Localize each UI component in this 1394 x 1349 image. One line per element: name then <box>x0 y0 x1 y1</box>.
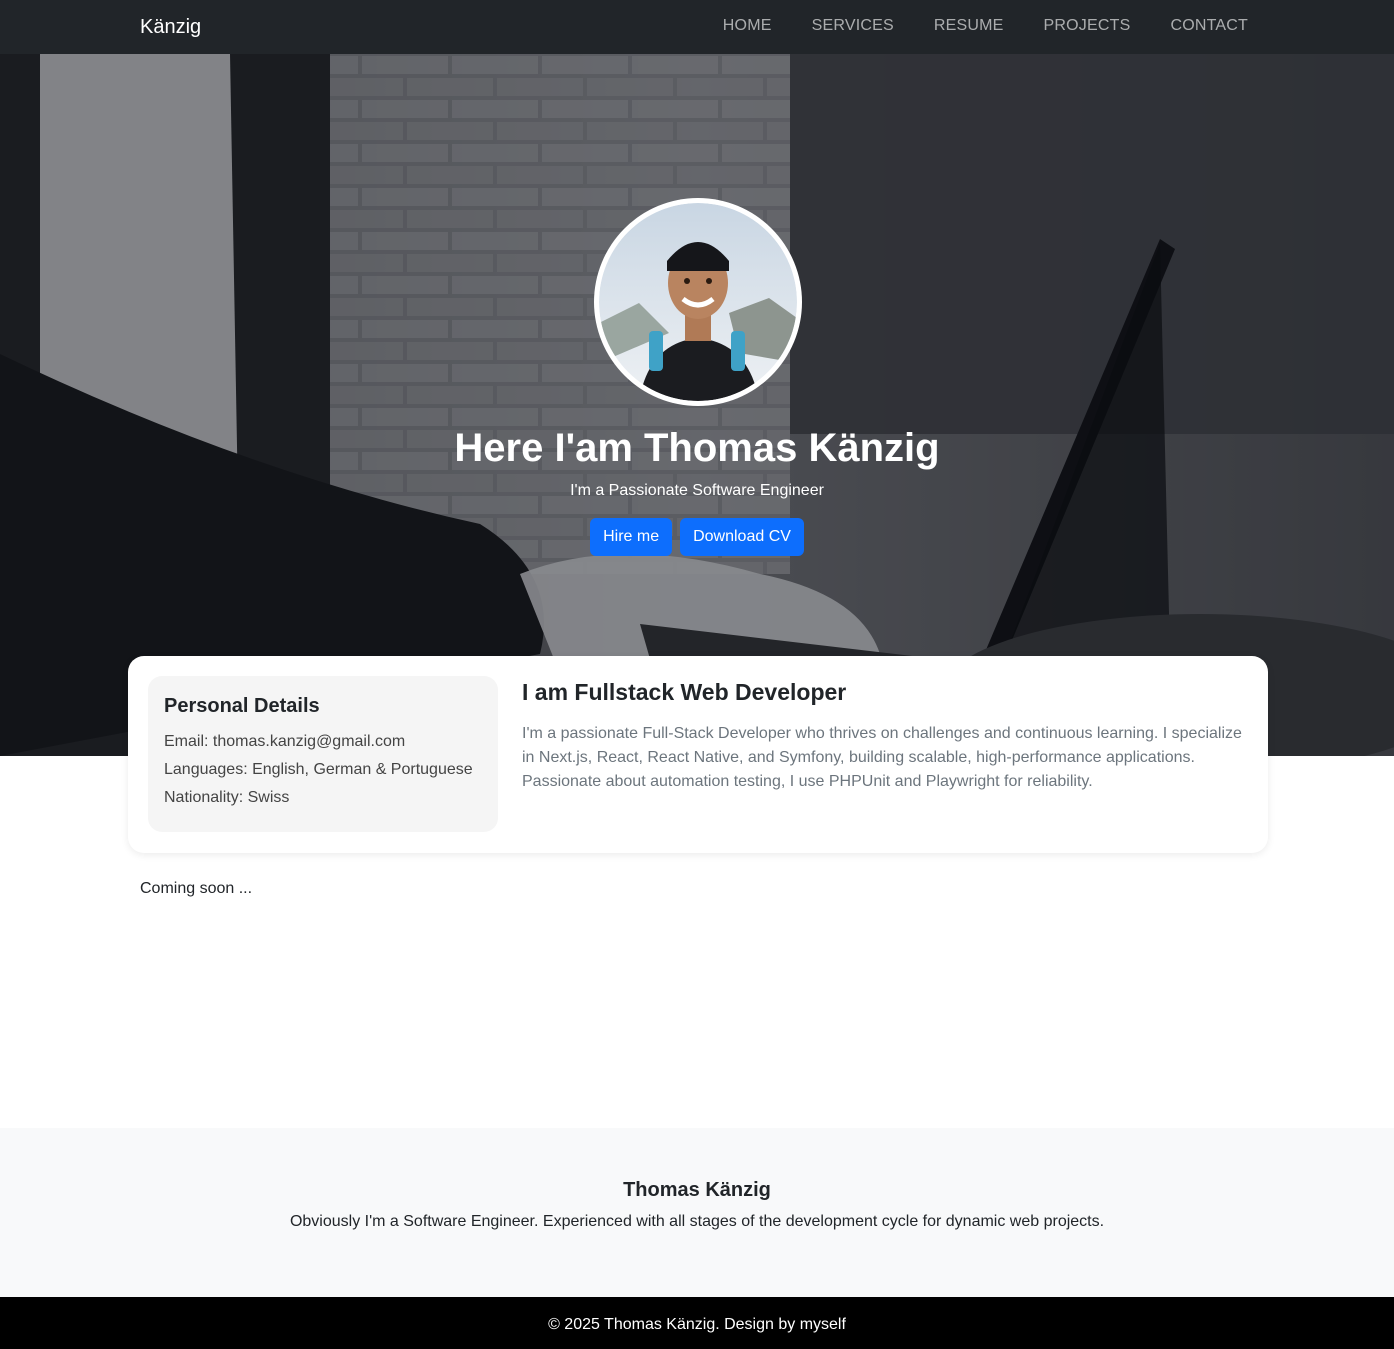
hero-subtitle: I'm a Passionate Software Engineer <box>570 482 824 499</box>
copyright-text: © 2025 Thomas Känzig. Design by myself <box>548 1316 846 1333</box>
about-card: Personal Details Email: thomas.kanzig@gm… <box>128 656 1268 853</box>
hire-me-button[interactable]: Hire me <box>590 518 673 556</box>
nav-link-contact[interactable]: CONTACT <box>1170 16 1248 36</box>
personal-details-title: Personal Details <box>164 695 320 717</box>
footer-description: Obviously I'm a Software Engineer. Exper… <box>289 1213 1105 1230</box>
nav-link-services[interactable]: SERVICES <box>812 16 894 36</box>
brand-logo[interactable]: Känzig <box>140 14 201 40</box>
hero-title: Here I'am Thomas Känzig <box>454 426 940 470</box>
footer-bottom-bar: © 2025 Thomas Känzig. Design by myself <box>0 1297 1394 1349</box>
coming-soon-text: Coming soon ... <box>140 880 253 897</box>
download-cv-button[interactable]: Download CV <box>680 518 804 556</box>
detail-email: Email: thomas.kanzig@gmail.com <box>164 733 406 750</box>
about-description: I'm a passionate Full-Stack Developer wh… <box>522 725 1242 790</box>
detail-nationality: Nationality: Swiss <box>164 789 290 806</box>
profile-avatar <box>599 203 797 401</box>
navbar: Känzig HOME SERVICES RESUME PROJECTS CON… <box>0 0 1394 54</box>
avatar-frame <box>594 198 802 406</box>
personal-details-box: Personal Details Email: thomas.kanzig@gm… <box>148 676 498 832</box>
hero-section: Here I'am Thomas Känzig I'm a Passionate… <box>0 54 1394 756</box>
about-heading: I am Fullstack Web Developer <box>522 679 847 705</box>
footer-info: Thomas Känzig Obviously I'm a Software E… <box>0 1128 1394 1297</box>
nav-links: HOME SERVICES RESUME PROJECTS CONTACT <box>723 16 1248 36</box>
nav-link-home[interactable]: HOME <box>723 16 772 36</box>
hero-buttons: Hire me Download CV <box>0 518 1394 556</box>
footer-name: Thomas Känzig <box>623 1179 771 1201</box>
nav-link-resume[interactable]: RESUME <box>934 16 1004 36</box>
about-text: I am Fullstack Web Developer I'm a passi… <box>522 678 1242 794</box>
detail-languages: Languages: English, German & Portuguese <box>164 761 473 778</box>
nav-link-projects[interactable]: PROJECTS <box>1044 16 1131 36</box>
